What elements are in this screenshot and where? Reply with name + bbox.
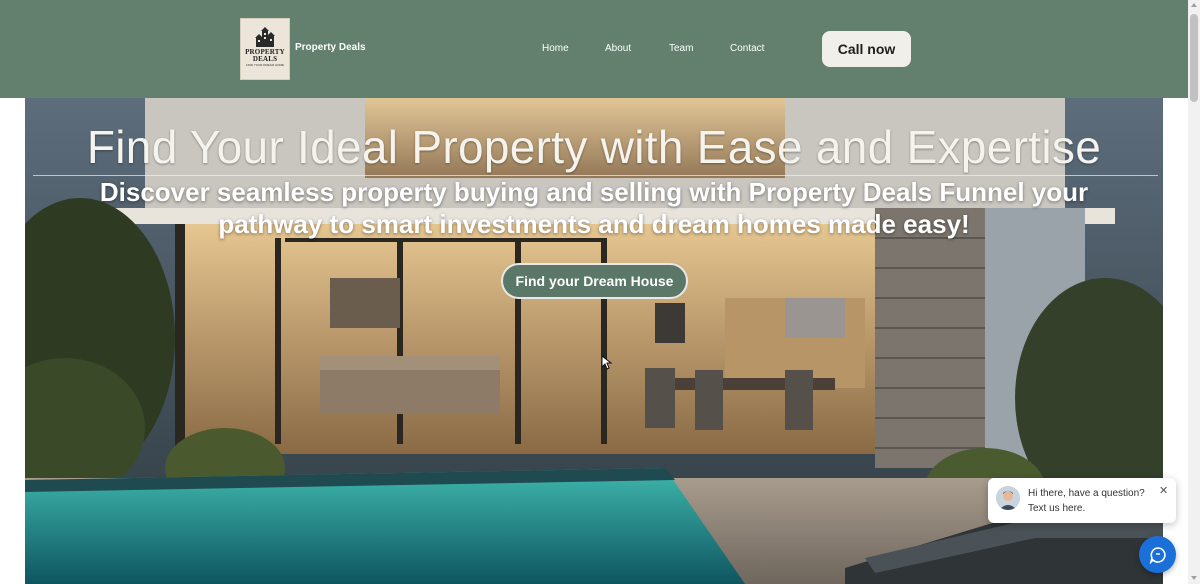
scroll-thumb[interactable] [1190,14,1198,102]
chat-greeting-bubble[interactable]: Hi there, have a question? Text us here.… [988,478,1176,523]
scroll-up-arrow-icon[interactable] [1191,3,1197,7]
site-header: PROPERTY DEALS FIND YOUR DREAM HOME Prop… [0,0,1188,98]
brand-name[interactable]: Property Deals [295,42,366,53]
chat-icon [1149,546,1166,564]
call-now-button[interactable]: Call now [822,31,911,67]
chat-launcher-button[interactable] [1139,536,1176,573]
house-logo-icon [255,27,275,47]
logo-tagline: FIND YOUR DREAM HOME [246,63,284,67]
agent-avatar [996,486,1020,510]
hero-subtitle: Discover seamless property buying and se… [99,177,1089,239]
mouse-cursor-icon [602,356,612,370]
close-icon[interactable]: ✕ [1159,484,1168,497]
nav-about[interactable]: About [605,43,631,54]
hero-title: Find Your Ideal Property with Ease and E… [86,121,1102,173]
chat-greeting-line1: Hi there, have a question? [1028,488,1145,499]
chat-greeting-line2: Text us here. [1028,503,1086,514]
logo-line2: DEALS [252,55,278,63]
scroll-down-arrow-icon[interactable] [1191,576,1197,580]
nav-team[interactable]: Team [669,43,693,54]
person-icon [996,486,1020,510]
nav-contact[interactable]: Contact [730,43,764,54]
nav-home[interactable]: Home [542,43,569,54]
logo[interactable]: PROPERTY DEALS FIND YOUR DREAM HOME [240,18,290,80]
find-dream-house-button[interactable]: Find your Dream House [501,263,688,299]
chat-greeting-text: Hi there, have a question? Text us here. [1028,486,1145,516]
page-scrollbar[interactable] [1188,0,1200,584]
